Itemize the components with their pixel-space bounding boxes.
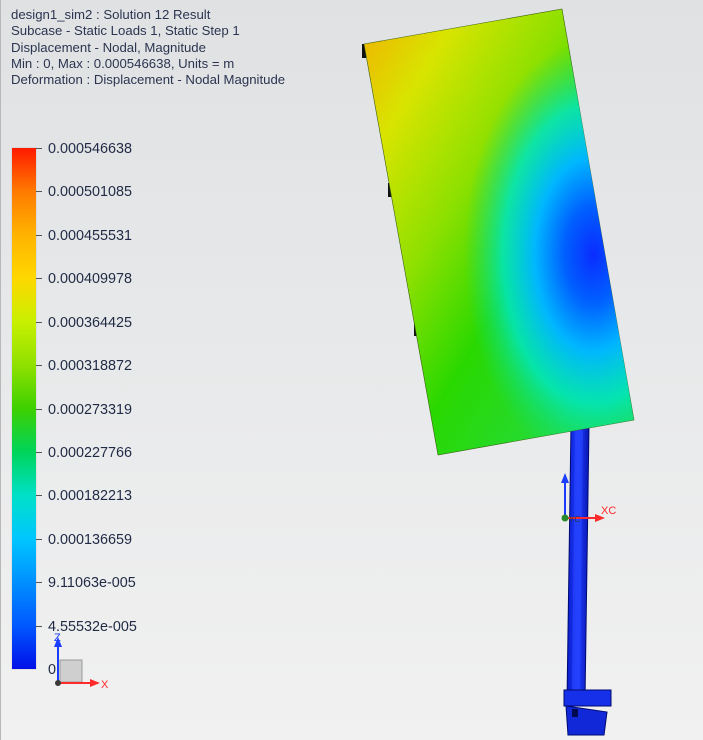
- z-axis-label: Z: [54, 632, 61, 644]
- absolute-triad: Z X: [54, 632, 109, 691]
- x-axis-arrow-icon: [90, 679, 100, 687]
- origin-icon: [561, 514, 569, 522]
- wcs-triad: XC YC: [561, 473, 616, 524]
- origin-dot-icon: [55, 680, 61, 686]
- xy-plane-icon: [59, 659, 83, 683]
- yc-label: YC: [569, 515, 580, 524]
- x-axis-label: X: [101, 679, 109, 691]
- xc-label: XC: [601, 505, 616, 517]
- z-arrow-icon: [561, 473, 569, 483]
- deformed-plate[interactable]: [363, 8, 635, 456]
